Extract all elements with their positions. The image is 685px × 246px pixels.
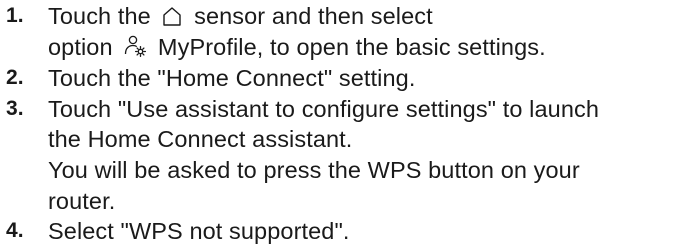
profile-settings-icon xyxy=(123,34,147,64)
step-note-text: router. xyxy=(48,188,116,214)
step-text: MyProfile, to open the basic settings. xyxy=(157,34,546,60)
step-text: Select "WPS not supported". xyxy=(48,218,350,244)
instruction-steps: 1. Touch the sensor and then select opti… xyxy=(0,0,685,246)
step-note-text: You will be asked to press the WPS butto… xyxy=(48,157,580,183)
step-text: Touch the xyxy=(48,3,151,29)
step-text: sensor and then select xyxy=(194,3,433,29)
step-text: Touch "Use assistant to configure settin… xyxy=(48,96,600,122)
step-number: 1. xyxy=(6,4,24,27)
step-text: option xyxy=(48,34,113,60)
step-text: Touch the "Home Connect" setting. xyxy=(48,65,416,91)
step-text: the Home Connect assistant. xyxy=(48,126,353,152)
home-icon xyxy=(161,5,183,33)
step-number: 2. xyxy=(6,66,24,89)
step-number: 3. xyxy=(6,97,24,120)
step-number: 4. xyxy=(6,219,24,242)
